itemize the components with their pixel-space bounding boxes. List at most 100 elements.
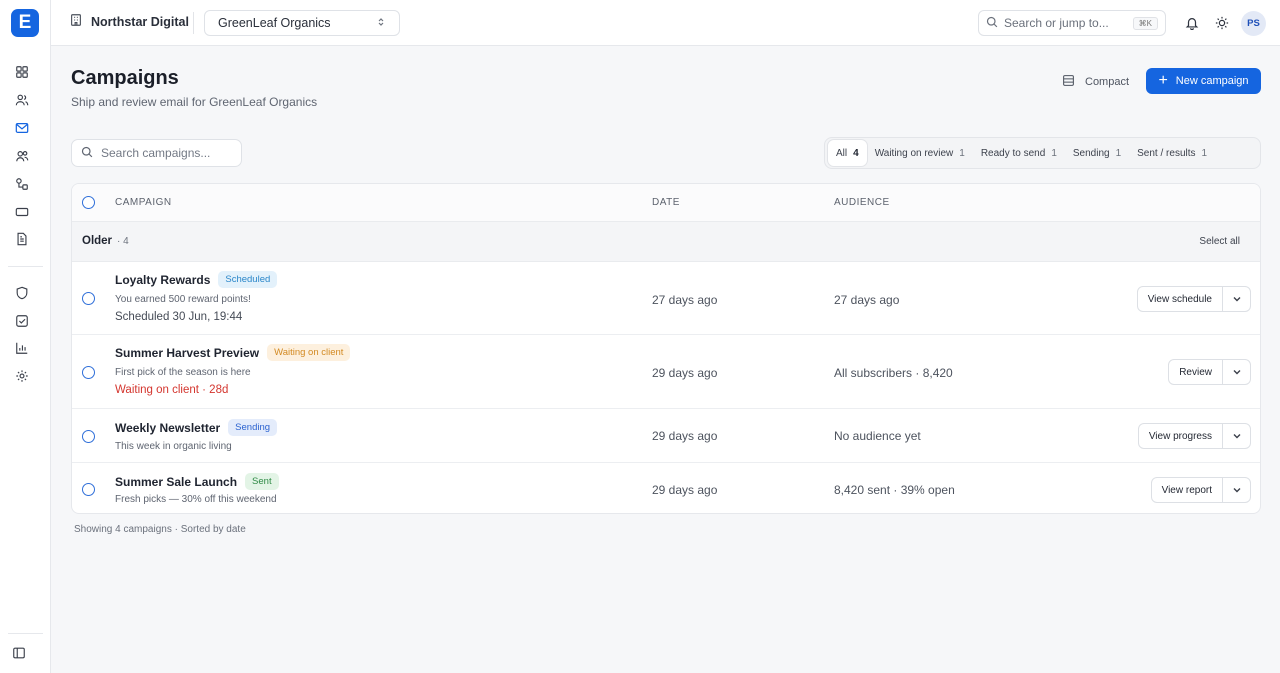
avatar[interactable]: PS [1241,11,1266,36]
filter-all[interactable]: All 4 [828,140,867,166]
users-icon[interactable] [13,91,31,109]
sun-icon[interactable] [1214,15,1230,31]
compact-label: Compact [1085,76,1130,88]
collapse-sidebar-icon[interactable] [10,644,28,662]
row-action-group: View report [1150,477,1251,503]
logo-letter: E [18,12,32,33]
campaign-name[interactable]: Loyalty Rewards [115,273,210,287]
dashboard-icon[interactable] [13,63,31,81]
group-header: Older · 4 Select all [72,222,1260,262]
filter-sending[interactable]: Sending 1 [1065,140,1129,166]
group-title: Older [82,235,113,247]
view-report-button[interactable]: View report [1152,478,1223,502]
campaign-date: 29 days ago [652,366,718,380]
shield-icon[interactable] [13,284,31,302]
status-filter-tabs: All 4 Waiting on review 1 Ready to send … [824,137,1261,169]
column-audience[interactable]: AUDIENCE [834,197,890,208]
settings-icon[interactable] [13,367,31,385]
client-select[interactable]: GreenLeaf Organics [204,10,400,36]
row-checkbox[interactable] [82,366,95,379]
shortcut-hint: ⌘K [1132,16,1158,30]
search-icon [986,16,998,31]
bell-icon[interactable] [1184,15,1200,31]
campaign-audience: 27 days ago [834,293,900,307]
chevron-updown-icon [376,17,386,30]
table-row[interactable]: Loyalty Rewards Scheduled You earned 500… [72,263,1260,335]
select-all-link[interactable]: Select all [1199,236,1240,247]
global-search-placeholder: Search or jump to... [1004,16,1109,30]
filter-count: 1 [1201,147,1208,159]
filter-label: Ready to send [980,147,1046,159]
campaign-search-placeholder: Search campaigns... [101,146,211,160]
filter-label: Sent / results [1137,147,1196,159]
campaign-note: Scheduled 30 Jun, 19:44 [115,311,243,323]
row-action-group: Review [1168,359,1251,385]
campaign-search-input[interactable]: Search campaigns... [71,139,242,167]
table-footer-note: Showing 4 campaigns · Sorted by date [74,524,246,535]
new-campaign-label: New campaign [1175,75,1249,87]
select-all-checkbox[interactable] [82,196,95,209]
filter-count: 4 [853,147,859,159]
sidebar-divider-bottom [8,633,43,634]
page-title: Campaigns [71,67,179,89]
campaign-subject: Fresh picks — 30% off this weekend [115,494,277,505]
global-search-input[interactable]: Search or jump to... ⌘K [978,10,1166,36]
client-select-value: GreenLeaf Organics [218,16,331,30]
billing-icon[interactable] [13,203,31,221]
mail-icon[interactable] [13,119,31,137]
view-schedule-button[interactable]: View schedule [1138,287,1223,311]
campaign-audience: All subscribers · 8,420 [834,366,953,380]
row-checkbox[interactable] [82,292,95,305]
status-badge: Waiting on client [267,344,351,361]
org-switcher[interactable]: Northstar Digital [69,13,189,30]
org-name: Northstar Digital [91,14,189,29]
contacts-icon[interactable] [13,147,31,165]
app-logo[interactable]: E [11,9,39,37]
table-header: CAMPAIGN DATE AUDIENCE [72,184,1260,222]
campaign-subject: You earned 500 reward points! [115,294,251,305]
column-date[interactable]: DATE [652,197,680,208]
table-row[interactable]: Weekly Newsletter Sending This week in o… [72,410,1260,463]
topbar: Northstar Digital GreenLeaf Organics Sea… [51,0,1280,46]
page-subtitle: Ship and review email for GreenLeaf Orga… [71,95,318,109]
filter-label: All [836,147,848,159]
chevron-down-icon[interactable] [1223,287,1250,311]
row-checkbox[interactable] [82,483,95,496]
building-icon [69,13,83,30]
campaign-audience: No audience yet [834,429,921,443]
search-icon [81,146,93,161]
sidebar-divider [8,266,43,267]
row-action-group: View schedule [1136,286,1251,312]
filter-label: Sending [1072,147,1110,159]
campaign-name[interactable]: Summer Harvest Preview [115,346,259,360]
table-row[interactable]: Summer Harvest Preview Waiting on client… [72,336,1260,409]
compact-toggle[interactable]: Compact [1062,74,1129,90]
bar-chart-icon[interactable] [13,339,31,357]
chevron-down-icon[interactable] [1223,360,1250,384]
filter-sent-results[interactable]: Sent / results 1 [1129,140,1215,166]
review-button[interactable]: Review [1169,360,1223,384]
campaign-name[interactable]: Summer Sale Launch [115,475,237,489]
table-row[interactable]: Summer Sale Launch Sent Fresh picks — 30… [72,464,1260,513]
campaign-date: 29 days ago [652,429,718,443]
filter-ready-to-send[interactable]: Ready to send 1 [973,140,1065,166]
main-content: Campaigns Ship and review email for Gree… [51,47,1280,673]
flows-icon[interactable] [13,175,31,193]
chevron-down-icon[interactable] [1223,424,1250,448]
chevron-down-icon[interactable] [1223,478,1250,502]
sidebar: E [0,0,51,673]
column-campaign[interactable]: CAMPAIGN [115,197,172,208]
view-progress-button[interactable]: View progress [1139,424,1223,448]
campaign-subject: First pick of the season is here [115,367,251,378]
topbar-divider [193,12,194,34]
campaign-name[interactable]: Weekly Newsletter [115,421,220,435]
campaign-subject: This week in organic living [115,441,232,452]
status-badge: Scheduled [218,271,278,288]
filter-count: 1 [1115,147,1122,159]
new-campaign-button[interactable]: + New campaign [1146,68,1261,94]
document-icon[interactable] [13,230,31,248]
filter-waiting-on-review[interactable]: Waiting on review 1 [867,140,973,166]
row-checkbox[interactable] [82,430,95,443]
row-action-group: View progress [1137,423,1251,449]
checklist-icon[interactable] [13,312,31,330]
